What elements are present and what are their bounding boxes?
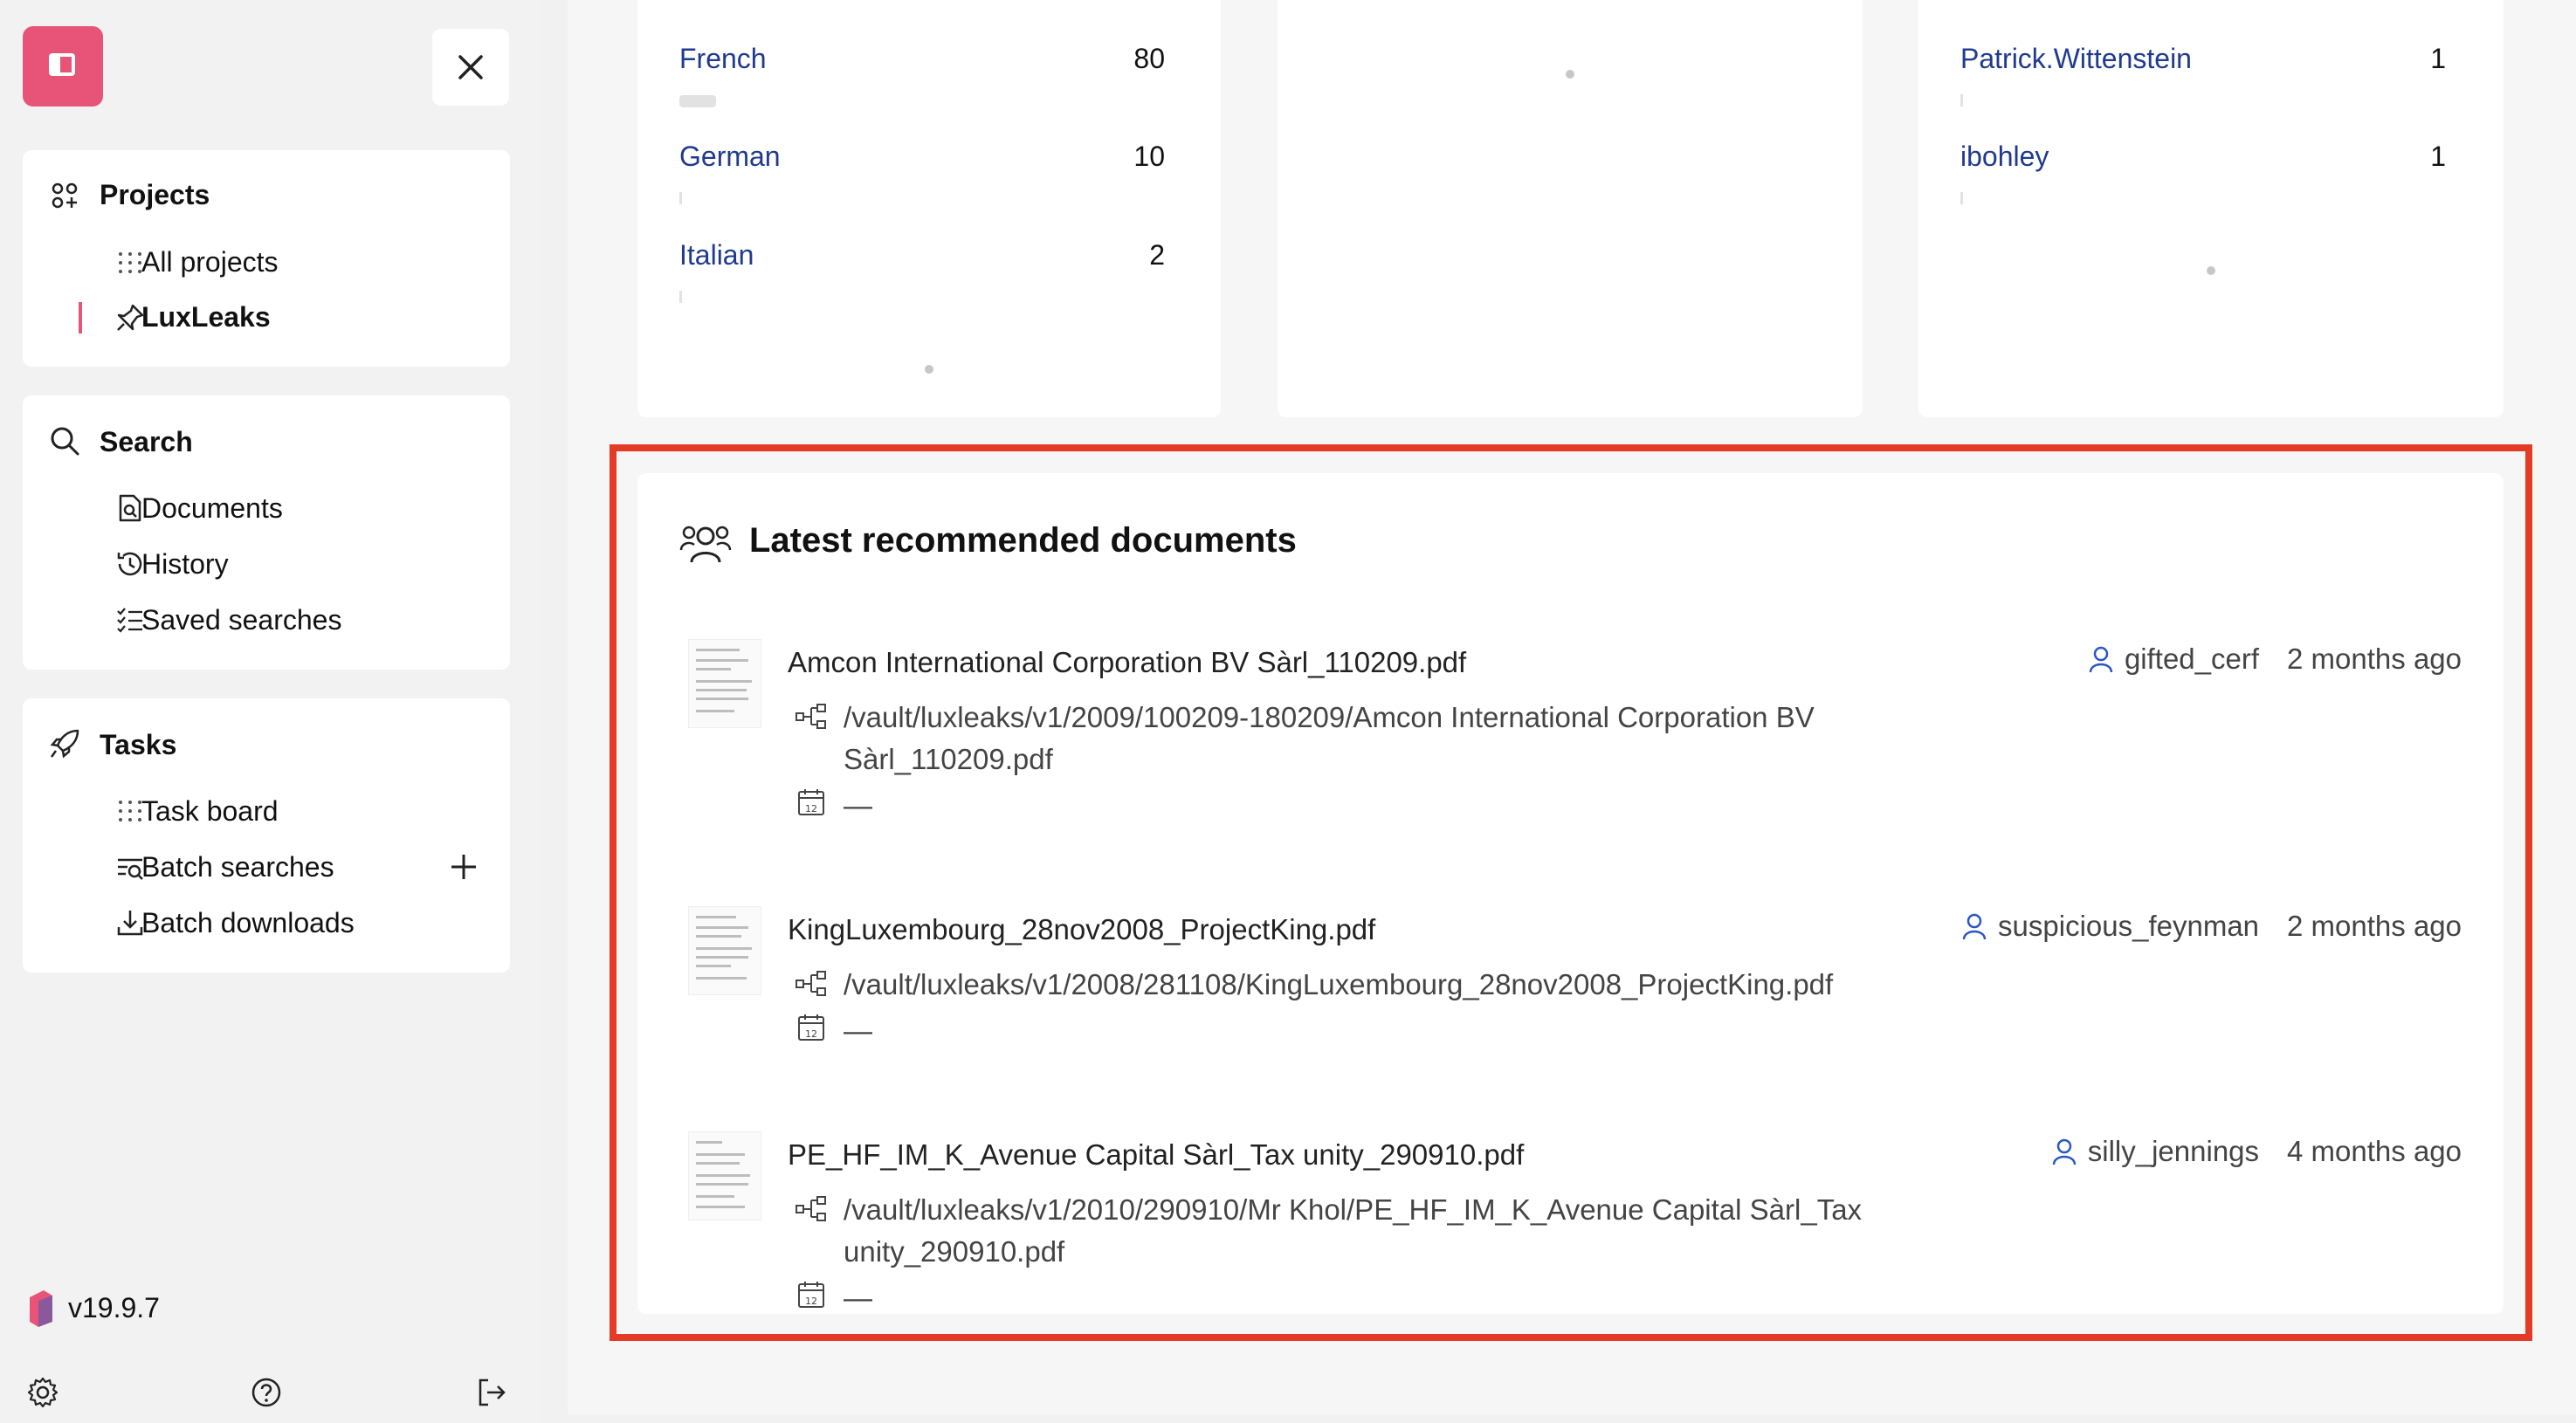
pagination-dot[interactable] [925,365,933,374]
close-sidebar-button[interactable] [432,29,509,106]
sidebar-toggle-button[interactable] [23,26,103,107]
add-batch-search-icon[interactable] [449,852,479,882]
language-item-french[interactable]: French [679,43,767,75]
sidebar-item-saved-searches[interactable]: Saved searches [141,604,341,636]
contributor-item[interactable]: ibohley [1960,141,2049,173]
contributor-item[interactable]: Patrick.Wittenstein [1960,43,2192,75]
empty-stats-card [1278,0,1863,417]
language-count: 10 [1133,141,1165,172]
projects-panel: Projects All projects LuxLeaks [23,150,510,367]
version-label: v19.9.7 [68,1292,160,1323]
active-indicator [79,302,82,333]
sidebar: Projects All projects LuxLeaks Search Do… [0,0,540,1423]
sidebar-item-documents[interactable]: Documents [141,492,283,525]
pagination-dot[interactable] [2207,266,2215,275]
contributor-bar [1960,94,1963,107]
contributor-count: 1 [2430,43,2446,74]
contributor-count: 1 [2430,141,2446,172]
sidebar-item-history[interactable]: History [141,548,229,581]
language-item-italian[interactable]: Italian [679,239,754,272]
logout-icon[interactable] [475,1376,508,1409]
tasks-panel: Tasks Task board Batch searches Batch do… [23,698,510,973]
sidebar-item-task-board[interactable]: Task board [141,795,279,828]
history-icon [117,552,142,576]
sidebar-item-all-projects[interactable]: All projects [141,246,279,278]
language-count: 2 [1149,239,1165,271]
document-search-icon [119,494,141,522]
sidebar-panel-icon [49,53,75,76]
list-check-icon [117,608,142,633]
language-count: 80 [1133,43,1165,74]
search-title[interactable]: Search [100,426,193,458]
tasks-title[interactable]: Tasks [100,729,176,761]
dots-grid-icon [119,801,141,821]
language-item-german[interactable]: German [679,141,781,173]
app-logo-icon [30,1290,52,1327]
projects-title[interactable]: Projects [100,179,210,211]
batch-search-icon [118,858,143,880]
search-panel: Search Documents History Saved searches [23,395,510,670]
sidebar-item-batch-searches[interactable]: Batch searches [141,851,334,883]
projects-icon [52,182,78,209]
sidebar-item-luxleaks[interactable]: LuxLeaks [141,301,271,333]
language-card: French 80 German 10 Italian 2 [637,0,1221,417]
language-bar [679,291,682,303]
contributor-bar [1960,192,1963,204]
rocket-icon [50,729,79,759]
sidebar-item-batch-downloads[interactable]: Batch downloads [141,907,355,939]
contributors-card: Patrick.Wittenstein 1 ibohley 1 [1918,0,2504,417]
close-icon [458,55,483,79]
settings-icon[interactable] [26,1376,59,1409]
search-icon [51,427,79,456]
language-bar [679,192,682,204]
pin-icon [117,304,144,331]
help-icon[interactable] [250,1376,283,1409]
language-bar [679,95,716,107]
dots-grid-icon [119,252,141,273]
download-icon [117,911,143,936]
pagination-dot[interactable] [1566,70,1574,79]
highlight-frame [610,444,2532,1341]
